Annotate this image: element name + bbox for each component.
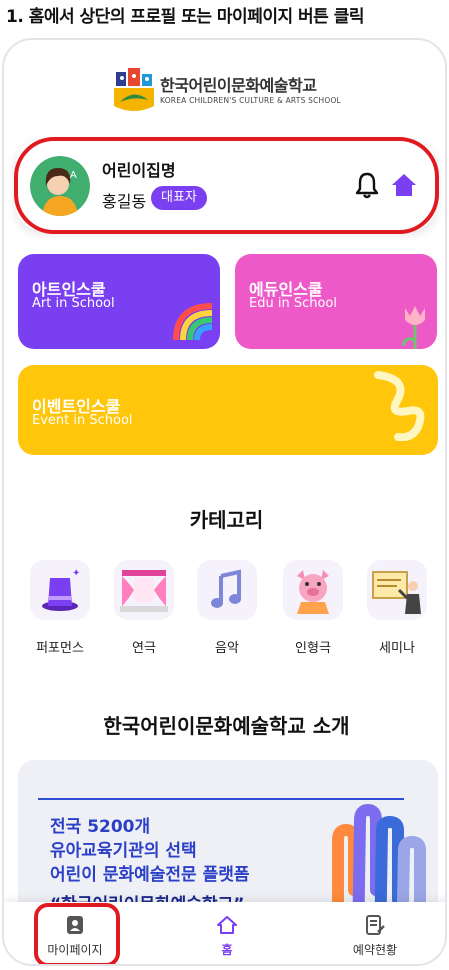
- music-note-icon: [211, 569, 241, 608]
- banner-line-2: 유아교육기관의 선택: [50, 841, 197, 861]
- bottom-nav: 마이페이지 홈 예약현황: [4, 902, 445, 964]
- category-performance[interactable]: ✦ 퍼포먼스: [28, 560, 92, 656]
- tile-edu-subtitle: Edu in School: [249, 296, 337, 311]
- stage-icon: [120, 570, 168, 612]
- banner-line-3: 어린이 문화예술전문 플랫폼: [50, 865, 250, 885]
- avatar[interactable]: A: [30, 156, 90, 216]
- role-badge: 대표자: [151, 186, 207, 210]
- tile-edu-in-school[interactable]: 에듀인스쿨 Edu in School: [235, 254, 437, 349]
- category-music[interactable]: 음악: [195, 560, 259, 656]
- nav-home[interactable]: 홈: [172, 902, 282, 964]
- id-badge-icon: [67, 916, 83, 934]
- category-puppet-show[interactable]: 인형극: [281, 560, 345, 656]
- magic-hat-icon: ✦: [42, 568, 80, 611]
- nav-reservations[interactable]: 예약현황: [320, 902, 430, 964]
- category-title: 카테고리: [189, 508, 264, 532]
- profile-card[interactable]: A 어린이집명 홍길동 대표자: [16, 140, 436, 230]
- logo-mark-icon: [114, 68, 154, 111]
- nav-label: 마이페이지: [47, 943, 103, 957]
- school-name: 어린이집명: [102, 161, 176, 180]
- category-label: 퍼포먼스: [36, 641, 84, 656]
- category-label: 인형극: [295, 641, 331, 656]
- ribbon-icon: [374, 371, 425, 441]
- rainbow-icon: [173, 303, 213, 340]
- presenter-icon: [372, 571, 421, 614]
- pig-puppet-icon: [297, 570, 329, 614]
- banner-line-1: 전국 5200개: [50, 817, 151, 837]
- document-edit-icon: [366, 915, 385, 935]
- category-label: 음악: [215, 641, 239, 656]
- bell-icon[interactable]: [354, 171, 380, 199]
- category-label: 세미나: [379, 641, 415, 656]
- tile-art-in-school[interactable]: 아트인스쿨 Art in School: [18, 254, 220, 349]
- home-icon[interactable]: [390, 171, 418, 199]
- nav-label: 예약현황: [352, 943, 398, 957]
- tile-event-in-school[interactable]: 이벤트인스쿨 Event in School: [18, 365, 438, 455]
- nav-label: 홈: [221, 943, 233, 957]
- phone-screen: 한국어린이문화예술학교 KOREA CHILDREN'S CULTURE & A…: [2, 38, 447, 966]
- app-logo: 한국어린이문화예술학교 KOREA CHILDREN'S CULTURE & A…: [114, 66, 354, 116]
- logo-name: 한국어린이문화예술학교: [160, 76, 317, 95]
- tile-art-subtitle: Art in School: [32, 296, 115, 311]
- tulip-icon: [401, 306, 425, 349]
- user-name: 홍길동: [102, 192, 147, 211]
- nav-my-page[interactable]: 마이페이지: [20, 902, 130, 964]
- logo-subtitle: KOREA CHILDREN'S CULTURE & ARTS SCHOOL: [160, 96, 341, 105]
- category-seminar[interactable]: 세미나: [365, 560, 429, 656]
- category-theater[interactable]: 연극: [112, 560, 176, 656]
- home-icon: [217, 916, 237, 934]
- instruction-text: 1. 홈에서 상단의 프로필 또는 마이페이지 버튼 클릭: [6, 7, 365, 27]
- tile-event-subtitle: Event in School: [32, 413, 133, 428]
- intro-title: 한국어린이문화예술학교 소개: [103, 714, 350, 738]
- category-label: 연극: [132, 641, 156, 656]
- svg-text:A: A: [70, 170, 77, 181]
- svg-text:✦: ✦: [72, 568, 80, 579]
